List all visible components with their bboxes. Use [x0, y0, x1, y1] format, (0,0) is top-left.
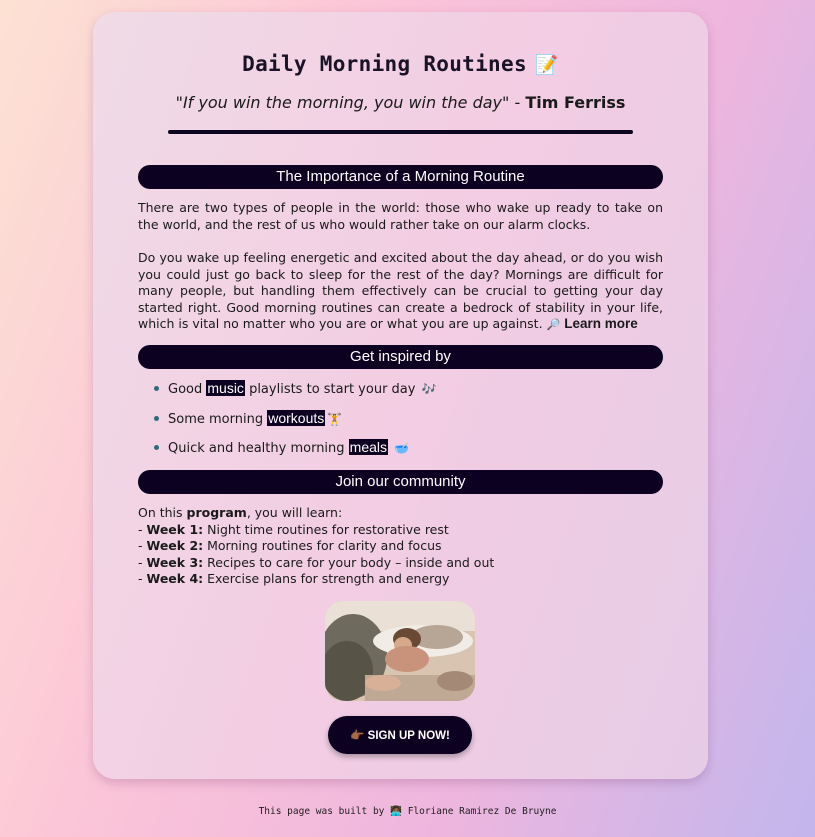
- importance-paragraph-1: There are two types of people in the wor…: [138, 200, 663, 232]
- pointing-hand-icon: 👉🏾: [350, 730, 365, 742]
- program-description: On this program, you will learn: - Week …: [138, 505, 663, 588]
- title-divider: [168, 130, 633, 134]
- section-heading-inspired: Get inspired by: [138, 345, 663, 369]
- sign-up-label: SIGN UP NOW!: [367, 730, 450, 742]
- page-title-text: Daily Morning Routines: [242, 52, 527, 76]
- footer-author: Floriane Ramirez De Bruyne: [401, 806, 557, 817]
- inspiration-list: Good music playlists to start your day 🎶…: [154, 379, 648, 468]
- week-4-item: - Week 4: Exercise plans for strength an…: [138, 571, 450, 587]
- workouts-link[interactable]: workouts: [267, 409, 326, 426]
- music-notes-icon: 🎶: [421, 382, 437, 396]
- bowl-icon: 🥣: [394, 441, 410, 455]
- section-heading-importance: The Importance of a Morning Routine: [138, 165, 663, 189]
- memo-icon: 📝: [534, 54, 559, 76]
- list-item-workouts: Some morning workouts 🏋: [154, 409, 648, 427]
- sign-up-button[interactable]: 👉🏾 SIGN UP NOW!: [328, 716, 472, 754]
- page-footer: This page was built by 👩🏾‍💻 Floriane Ram…: [258, 806, 557, 817]
- music-link[interactable]: music: [206, 380, 245, 396]
- content-card: Daily Morning Routines 📝 "If you win the …: [93, 12, 708, 779]
- page-title: Daily Morning Routines 📝: [93, 52, 708, 76]
- magnifier-icon: 🔎: [546, 318, 561, 332]
- list-item-music: Good music playlists to start your day 🎶: [154, 379, 648, 397]
- list-item-meals: Quick and healthy morning meals 🥣: [154, 438, 648, 456]
- week-1-item: - Week 1: Night time routines for restor…: [138, 521, 449, 537]
- learn-more-link[interactable]: Learn more: [564, 316, 638, 331]
- meals-link[interactable]: meals: [348, 439, 389, 455]
- weightlifter-icon: 🏋: [327, 411, 343, 426]
- quote-separator: -: [509, 93, 526, 112]
- sleeping-woman-photo: [325, 601, 475, 701]
- section-heading-community: Join our community: [138, 470, 663, 494]
- week-3-item: - Week 3: Recipes to care for your body …: [138, 554, 495, 570]
- program-intro: On this program, you will learn:: [138, 505, 343, 520]
- developer-icon: 👩🏾‍💻: [390, 806, 402, 817]
- importance-paragraph-2: Do you wake up feeling energetic and exc…: [138, 250, 663, 334]
- quote-text: "If you win the morning, you win the day…: [175, 93, 510, 112]
- quote-author: Tim Ferriss: [525, 93, 626, 112]
- week-2-item: - Week 2: Morning routines for clarity a…: [138, 538, 442, 554]
- hero-quote: "If you win the morning, you win the day…: [93, 93, 708, 112]
